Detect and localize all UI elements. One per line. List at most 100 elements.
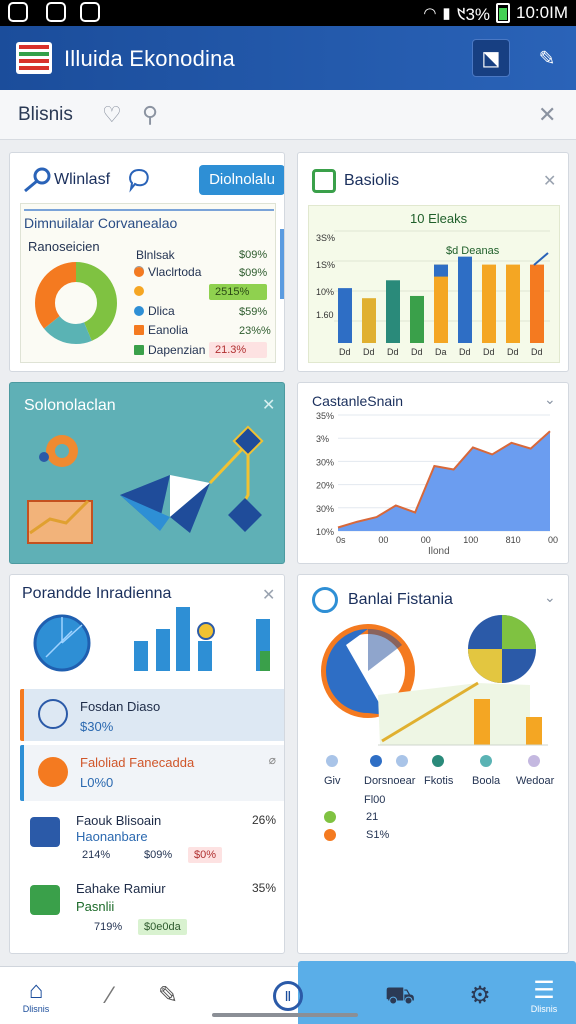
item-subtitle: Pasnlii (76, 899, 115, 914)
x-tick: Dd (531, 347, 543, 357)
bar (410, 295, 424, 343)
search-icon[interactable]: ⚲ (142, 102, 158, 128)
legend-label: Boola (472, 775, 501, 787)
x-tick: 00 (378, 535, 388, 545)
stats-icon: Ⅱ (273, 981, 303, 1011)
y-tick: 20% (316, 481, 334, 491)
camera-icon (38, 699, 68, 729)
bar-segment (434, 264, 448, 277)
item-title: Faouk Blisoain (76, 813, 162, 828)
bar (506, 264, 520, 343)
nav-cart[interactable]: ⛟ (378, 967, 422, 1024)
row-label: Dlica (148, 304, 175, 318)
illustration-card: Solonolaclan ✕ (9, 382, 285, 564)
action-button[interactable]: Diolnolalu (199, 165, 284, 195)
heart-icon[interactable]: ♡ (102, 102, 122, 128)
x-tick: 00 (421, 535, 431, 545)
pencil-icon: ✎ (157, 982, 179, 1009)
item-percent: 35% (251, 881, 276, 895)
item-tag: $0e0da (138, 919, 187, 935)
row-label: Eanolia (148, 323, 189, 337)
x-axis-label: Ilond (428, 546, 450, 557)
list-item[interactable]: Eahake Ramiur Pasnlii 35% 719% $0e0da (20, 875, 284, 941)
item-tag: 719% (94, 921, 123, 933)
wifi-icon: ◠ (423, 5, 437, 22)
nav-menu-label: Dlisnis (530, 1004, 558, 1014)
badge-icon (38, 757, 68, 787)
list-card: Porandde Inradienna ✕ Fosdan Diaso $30% … (9, 574, 285, 954)
sync-notification-icon (46, 2, 66, 22)
item-title: Eahake Ramiur (76, 881, 166, 896)
list-item[interactable]: Faouk Blisoain Haonanbare 26% 214% $09% … (20, 807, 284, 869)
item-tag: $09% (144, 849, 173, 861)
chat-icon[interactable] (126, 167, 152, 193)
calendar-icon (30, 817, 60, 847)
image-notification-icon (80, 2, 100, 22)
key-icon (24, 167, 51, 193)
x-tick: Dd (387, 347, 399, 357)
tools-button[interactable]: ✎ (528, 39, 566, 77)
link-icon[interactable]: ⌀ (269, 753, 276, 767)
row-value: $09% (239, 249, 268, 261)
legend-label: Wedoar (516, 775, 555, 787)
bar (530, 264, 544, 343)
bar-chart: 3S% 1S% 10% 1.60 Dd Dd Dd Dd Da Dd Dd Dd Dd (316, 230, 550, 357)
pen-icon: ∕ (107, 982, 112, 1009)
nav-home[interactable]: ⌂ Dlisnis (8, 967, 64, 1024)
edit-icon: ⬔ (481, 47, 501, 70)
area-chart-card: CastanleSnain ⌄ 35% 3% 30% 20% 30% 10% 0s 00 00… (297, 382, 569, 564)
x-tick: 00 (548, 535, 558, 545)
footer-row: S1% (366, 829, 390, 841)
status-bar: ◠ ▮ ᱑3% 10:0IM (0, 0, 576, 26)
list-item[interactable]: Fosdan Diaso $30% (20, 689, 284, 741)
y-tick: 10% (316, 287, 334, 297)
summary-card: Wlinlasf Diolnolalu Dimnuilalar Corvanea… (9, 152, 285, 372)
row-value: $09% (239, 267, 268, 279)
nav-pen[interactable]: ∕ (90, 967, 130, 1024)
y-tick: 30% (316, 457, 334, 467)
footer-row: 21 (366, 811, 379, 823)
card-title: Wlinlasf (54, 171, 111, 188)
y-tick: 3% (316, 434, 329, 444)
gear-icon: ⚙ (469, 982, 491, 1009)
footer-title: Fl00 (364, 794, 386, 806)
row-value: $59% (239, 306, 268, 318)
x-tick: Dd (339, 347, 351, 357)
area-chart: 35% 3% 30% 20% 30% 10% 0s 00 00 100 810 00 (316, 411, 558, 545)
scrollbar[interactable] (280, 229, 284, 299)
legend-label: Giv (324, 775, 341, 787)
bar-segment (458, 256, 472, 269)
item-subtitle: Haonanbare (76, 829, 148, 844)
battery-percent: ᱑3% (456, 4, 491, 24)
y-tick: 1.60 (316, 310, 334, 320)
app-logo-icon (16, 42, 52, 74)
nav-menu[interactable]: ☰ Dlisnis (516, 967, 572, 1024)
y-tick: 1S% (316, 260, 335, 270)
bar (362, 298, 376, 343)
summary-graphics (33, 607, 270, 672)
bar (386, 280, 400, 343)
nav-settings[interactable]: ⚙ (458, 967, 502, 1024)
battery-icon (496, 3, 511, 23)
search-bar[interactable]: Blisnis ♡ ⚲ ✕ (0, 90, 576, 140)
row-label: Blnlsak (136, 248, 175, 262)
bar (458, 256, 472, 343)
legend-label: Fkotis (424, 775, 454, 787)
x-tick: Da (435, 347, 447, 357)
y-tick: 35% (316, 411, 334, 421)
x-tick: 810 (506, 535, 521, 545)
list-item[interactable]: Faloliad Fanecadda L0%0 ⌀ (20, 745, 284, 801)
app-title: Illuida Ekonodina (64, 46, 235, 71)
spreadsheet-icon (30, 885, 60, 915)
nav-notes[interactable]: ✎ (148, 967, 188, 1024)
section-label: Ranoseicien (28, 239, 100, 254)
home-indicator (212, 1013, 358, 1017)
x-tick: Dd (411, 347, 423, 357)
close-icon[interactable]: ✕ (538, 102, 556, 128)
edit-button[interactable]: ⬔ (472, 39, 510, 77)
legend-label: Dorsnoear (364, 775, 416, 787)
app-notification-icon (8, 2, 28, 22)
item-title: Fosdan Diaso (80, 699, 161, 714)
row-value: 21.3% (209, 342, 267, 358)
x-tick: Dd (507, 347, 519, 357)
